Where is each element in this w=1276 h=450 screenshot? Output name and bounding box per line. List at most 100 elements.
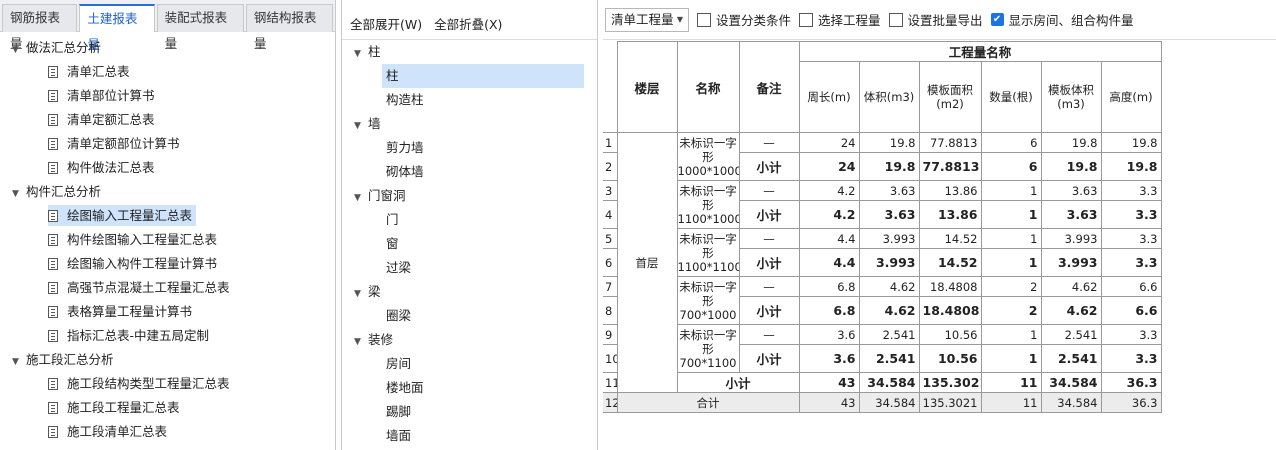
report-item[interactable]: 施工段清单汇总表 — [0, 420, 335, 444]
quantity-cell[interactable]: 43 — [798, 392, 860, 413]
quantity-cell[interactable]: 1 — [980, 228, 1042, 249]
quantity-cell[interactable]: 3.993 — [858, 248, 920, 277]
row-number[interactable]: 4 — [603, 200, 618, 229]
caret-down-icon[interactable]: ▼ — [12, 350, 20, 374]
quantity-cell[interactable]: 3.6 — [798, 344, 860, 373]
quantity-cell[interactable]: 34.584 — [858, 392, 920, 413]
row-number[interactable]: 5 — [603, 228, 618, 249]
component-group[interactable]: ▼ 墙 — [342, 112, 597, 136]
row-number[interactable]: 12 — [603, 392, 618, 413]
report-item[interactable]: 指标汇总表-中建五局定制 — [0, 324, 335, 348]
quantity-cell[interactable]: 3.3 — [1100, 200, 1162, 229]
quantity-cell[interactable]: 19.8 — [858, 152, 920, 181]
quantity-cell[interactable]: 1 — [980, 324, 1042, 345]
quantity-cell[interactable]: 36.3 — [1100, 372, 1162, 393]
tree-group[interactable]: ▼ 构件汇总分析 — [0, 180, 335, 204]
quantity-cell[interactable]: 13.86 — [918, 200, 982, 229]
quantity-cell[interactable]: 14.52 — [918, 228, 982, 249]
row-number[interactable]: 11 — [603, 372, 618, 393]
note-cell[interactable]: — — [738, 276, 800, 297]
quantity-cell[interactable]: 3.3 — [1100, 180, 1162, 201]
report-tab[interactable]: 钢筋报表量 — [2, 4, 78, 51]
name-cell[interactable]: 未标识一字形700*1000 — [676, 276, 740, 325]
quantity-cell[interactable]: 3.63 — [1040, 200, 1102, 229]
note-cell[interactable]: 小计 — [738, 200, 800, 229]
quantity-cell[interactable]: 10.56 — [918, 324, 982, 345]
quantity-cell[interactable]: 14.52 — [918, 248, 982, 277]
quantity-cell[interactable]: 77.8813 — [918, 152, 982, 181]
quantity-cell[interactable]: 11 — [980, 392, 1042, 413]
caret-down-icon[interactable]: ▼ — [354, 330, 362, 354]
quantity-cell[interactable]: 6.8 — [798, 276, 860, 297]
floor-column-header[interactable]: 楼层 — [616, 41, 678, 133]
component-item[interactable]: 柱 — [382, 64, 584, 88]
quantity-cell[interactable]: 3.63 — [858, 180, 920, 201]
row-number[interactable]: 6 — [603, 248, 618, 277]
quantity-cell[interactable]: 2 — [980, 276, 1042, 297]
quantity-cell[interactable]: 1 — [980, 248, 1042, 277]
quantity-cell[interactable]: 19.8 — [1100, 152, 1162, 181]
name-column-header[interactable]: 名称 — [676, 41, 740, 133]
quantity-cell[interactable]: 3.993 — [1040, 228, 1102, 249]
report-tab[interactable]: 钢结构报表量 — [245, 4, 333, 51]
floor-cell[interactable]: 首层 — [616, 132, 678, 393]
report-item[interactable]: 构件做法汇总表 — [0, 156, 335, 180]
row-number[interactable]: 1 — [603, 132, 618, 153]
quantity-cell[interactable]: 3.3 — [1100, 248, 1162, 277]
quantity-cell[interactable]: 3.63 — [858, 200, 920, 229]
note-cell[interactable]: 小计 — [738, 248, 800, 277]
row-number[interactable]: 7 — [603, 276, 618, 297]
component-item[interactable]: 构造柱 — [382, 88, 584, 112]
quantity-cell[interactable]: 4.62 — [1040, 276, 1102, 297]
quantity-cell[interactable]: 4.62 — [1040, 296, 1102, 325]
quantity-cell[interactable]: 11 — [980, 372, 1042, 393]
row-number[interactable]: 10 — [603, 344, 618, 373]
quantity-cell[interactable]: 1 — [980, 180, 1042, 201]
note-cell[interactable]: — — [738, 324, 800, 345]
quantity-column-header[interactable]: 数量(根) — [980, 61, 1042, 133]
quantity-cell[interactable]: 4.4 — [798, 248, 860, 277]
quantity-cell[interactable]: 19.8 — [858, 132, 920, 153]
name-cell[interactable]: 未标识一字形1000*1000 — [676, 132, 740, 181]
quantity-cell[interactable]: 3.63 — [1040, 180, 1102, 201]
component-group[interactable]: ▼ 门窗洞 — [342, 184, 597, 208]
quantity-cell[interactable]: 4.62 — [858, 276, 920, 297]
component-item[interactable]: 墙面 — [382, 424, 584, 448]
component-item[interactable]: 楼地面 — [382, 376, 584, 400]
quantity-cell[interactable]: 6.6 — [1100, 296, 1162, 325]
quantity-cell[interactable]: 6.8 — [798, 296, 860, 325]
quantity-cell[interactable]: 4.2 — [798, 200, 860, 229]
component-item[interactable]: 圈梁 — [382, 304, 584, 328]
quantity-column-header[interactable]: 周长(m) — [798, 61, 860, 133]
caret-down-icon[interactable]: ▼ — [354, 42, 362, 66]
caret-down-icon[interactable]: ▼ — [354, 186, 362, 210]
quantity-cell[interactable]: 2 — [980, 296, 1042, 325]
row-number[interactable]: 9 — [603, 324, 618, 345]
quantity-cell[interactable]: 3.3 — [1100, 324, 1162, 345]
report-item[interactable]: 清单定额汇总表 — [0, 108, 335, 132]
quantity-cell[interactable]: 135.3021 — [918, 392, 982, 413]
component-group[interactable]: ▼ 柱 — [342, 40, 597, 64]
quantity-cell[interactable]: 4.62 — [858, 296, 920, 325]
quantity-cell[interactable]: 3.993 — [1040, 248, 1102, 277]
note-column-header[interactable]: 备注 — [738, 41, 800, 133]
show-rooms-checkbox[interactable]: ✔ 显示房间、组合构件量 — [990, 10, 1134, 29]
component-item[interactable]: 窗 — [382, 232, 584, 256]
report-tab[interactable]: 土建报表量 — [79, 4, 155, 52]
quantity-cell[interactable]: 1 — [980, 344, 1042, 373]
quantity-column-header[interactable]: 高度(m) — [1100, 61, 1162, 133]
note-cell[interactable]: 小计 — [738, 152, 800, 181]
quantity-cell[interactable]: 6 — [980, 132, 1042, 153]
set-filter-button[interactable]: 设置分类条件 — [697, 10, 791, 29]
report-item[interactable]: 清单汇总表 — [0, 60, 335, 84]
row-number[interactable]: 3 — [603, 180, 618, 201]
quantity-cell[interactable]: 34.584 — [1040, 372, 1102, 393]
report-item[interactable]: 清单定额部位计算书 — [0, 132, 335, 156]
quantity-cell[interactable]: 19.8 — [1040, 152, 1102, 181]
report-item[interactable]: 构件绘图输入工程量汇总表 — [0, 228, 335, 252]
quantity-cell[interactable]: 135.3021 — [918, 372, 982, 393]
note-cell[interactable]: 小计 — [738, 296, 800, 325]
caret-down-icon[interactable]: ▼ — [12, 182, 20, 206]
quantity-cell[interactable]: 77.8813 — [918, 132, 982, 153]
report-item[interactable]: 绘图输入工程量汇总表 — [0, 204, 335, 228]
